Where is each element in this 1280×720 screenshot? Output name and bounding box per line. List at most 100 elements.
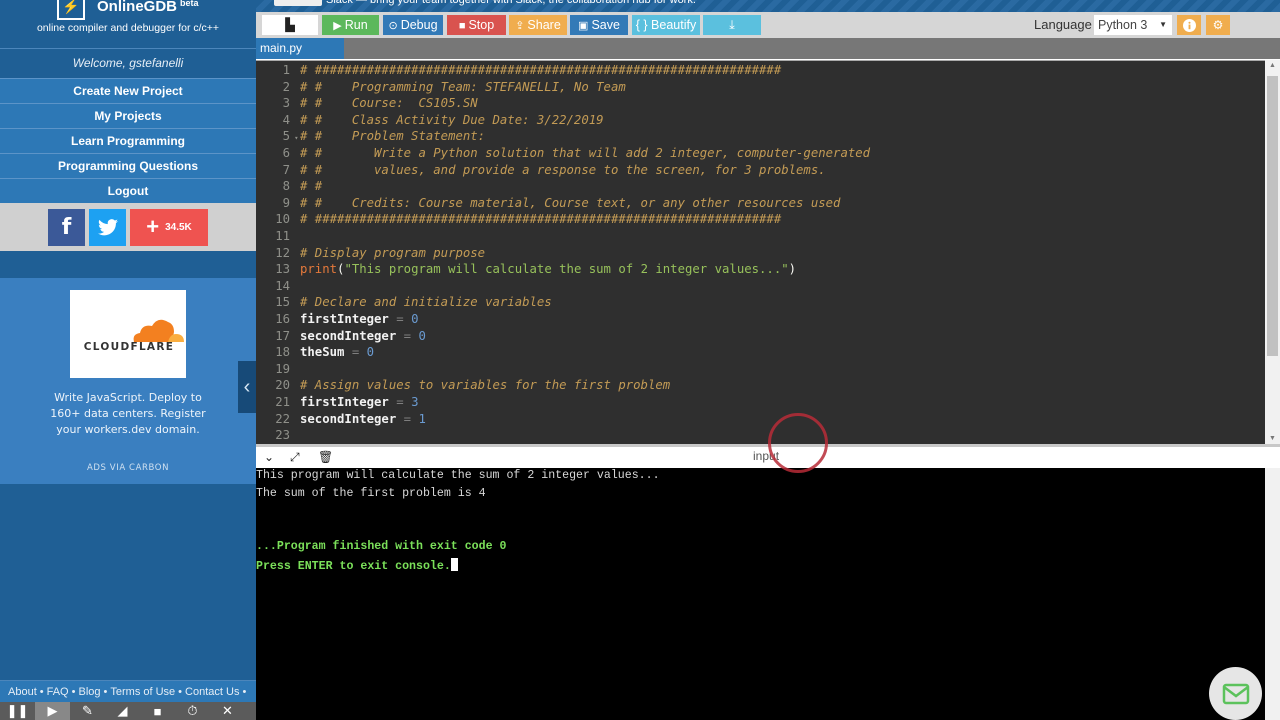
plus-icon: + <box>146 214 160 239</box>
scroll-down-icon[interactable]: ▼ <box>1265 435 1280 442</box>
brand[interactable]: ⚡ OnlineGDB beta online compiler and debu… <box>0 0 256 48</box>
code-line[interactable]: 17 secondInteger = 0 <box>256 328 1265 345</box>
code-line[interactable]: 4 # # Class Activity Due Date: 3/22/2019 <box>256 112 1265 129</box>
code-line[interactable]: 8 # # <box>256 178 1265 195</box>
save-button[interactable]: ▣ Save <box>570 15 628 35</box>
input-tab[interactable]: input <box>753 449 779 463</box>
settings-button[interactable]: ⚙ <box>1206 15 1230 35</box>
code-line[interactable]: 13 print("This program will calculate the… <box>256 261 1265 278</box>
code-line[interactable]: 23 <box>256 427 1265 444</box>
banner-text[interactable]: Slack — bring your team together with Sl… <box>326 0 696 6</box>
pause-icon[interactable]: ❚❚ <box>0 702 35 720</box>
code-line[interactable]: 21 firstInteger = 3 <box>256 394 1265 411</box>
sponsor-banner[interactable]: Slack — bring your team together with Sl… <box>256 0 1280 12</box>
footer-link-about[interactable]: About <box>8 686 37 698</box>
collapse-console-icon[interactable]: ⌄ <box>264 450 274 464</box>
code-line[interactable]: 19 <box>256 361 1265 378</box>
line-number: 21 <box>275 395 290 409</box>
highlighter-icon[interactable]: ◢ <box>105 702 140 720</box>
info-icon <box>1182 18 1196 32</box>
console-output[interactable]: This program will calculate the sum of 2… <box>256 468 1265 720</box>
footer-link-terms[interactable]: Terms of Use <box>110 686 175 698</box>
facebook-icon: f <box>61 214 72 240</box>
expand-console-icon[interactable]: ⤢ <box>290 450 300 465</box>
download-button[interactable]: ⤓ <box>703 15 761 35</box>
footer-link-blog[interactable]: Blog <box>78 686 100 698</box>
console-line: The sum of the first problem is 4 <box>256 487 486 500</box>
code-line[interactable]: 14 <box>256 278 1265 295</box>
close-icon[interactable]: ✕ <box>210 702 245 720</box>
tab-main-py[interactable]: main.py <box>256 38 344 59</box>
code-line[interactable]: 22 secondInteger = 1 <box>256 411 1265 428</box>
line-number: 2 <box>282 79 290 94</box>
info-button[interactable] <box>1177 15 1201 35</box>
carbon-ad[interactable]: CLOUDFLARE Write JavaScript. Deploy to 1… <box>0 278 256 484</box>
code-token: = <box>344 345 367 360</box>
code-line[interactable]: 6 # # Write a Python solution that will a… <box>256 145 1265 162</box>
language-select[interactable]: Python 3 ▼ <box>1094 15 1172 35</box>
sidebar-item-my-projects[interactable]: My Projects <box>0 103 256 128</box>
pen-icon[interactable]: ✎ <box>70 702 105 720</box>
sidebar-item-create-new-project[interactable]: Create New Project <box>0 78 256 103</box>
collapse-sidebar-button[interactable]: ‹ <box>238 361 256 413</box>
code-token: theSum <box>300 345 345 360</box>
cloudflare-wordmark: CLOUDFLARE <box>83 341 175 353</box>
code-line[interactable]: 1 # #####################################… <box>256 62 1265 79</box>
code-token: # Display program purpose <box>300 245 486 260</box>
run-label: Run <box>344 18 368 32</box>
chevron-left-icon: ‹ <box>243 375 251 398</box>
sidebar-item-programming-questions[interactable]: Programming Questions <box>0 153 256 178</box>
download-icon: ⤓ <box>729 18 735 32</box>
code-line[interactable]: 7 # # values, and provide a response to t… <box>256 162 1265 179</box>
sidebar-item-logout[interactable]: Logout <box>0 178 256 203</box>
new-file-button[interactable]: ▙ <box>262 15 318 35</box>
share-button[interactable]: ⇪ Share <box>509 15 567 35</box>
console-line: Press ENTER to exit console. <box>256 558 458 573</box>
code-line[interactable]: 12 # Display program purpose <box>256 245 1265 262</box>
console-line-text: Press ENTER to exit console. <box>256 560 451 573</box>
sidebar-item-learn-programming[interactable]: Learn Programming <box>0 128 256 153</box>
code-line[interactable]: 5 ▾ # # Problem Statement: <box>256 128 1265 145</box>
feedback-mail-button[interactable] <box>1209 667 1262 720</box>
code-token: # # Credits: Course material, Course tex… <box>300 195 841 210</box>
twitter-share-button[interactable] <box>89 208 126 246</box>
footer-link-faq[interactable]: FAQ <box>47 686 69 698</box>
run-button[interactable]: ▶ Run <box>322 15 379 35</box>
code-token: 0 <box>411 312 419 326</box>
timer-icon[interactable]: ⏱ <box>175 702 210 720</box>
save-icon: ▣ <box>578 20 589 32</box>
play-icon[interactable]: ▶ <box>35 702 70 720</box>
stop-button[interactable]: ■ Stop <box>447 15 506 35</box>
clear-console-icon[interactable]: 🗑 <box>318 450 333 464</box>
addthis-share-button[interactable]: +34.5K <box>130 208 208 246</box>
editor-scrollbar[interactable]: ▲ ▼ <box>1265 60 1280 444</box>
debug-button[interactable]: ⊙ Debug <box>383 15 443 35</box>
code-token: = <box>396 411 419 426</box>
code-line[interactable]: 11 <box>256 228 1265 245</box>
code-token: # # <box>300 179 323 194</box>
code-token: 1 <box>418 411 426 426</box>
sponsor-badge <box>274 0 322 6</box>
code-token: print <box>300 262 338 277</box>
code-editor[interactable]: 1 # #####################################… <box>256 60 1265 444</box>
scroll-up-icon[interactable]: ▲ <box>1265 62 1280 69</box>
console-scrollbar[interactable] <box>1265 468 1280 720</box>
share-icon: ⇪ <box>515 20 525 32</box>
code-line[interactable]: 18 theSum = 0 <box>256 344 1265 361</box>
code-line[interactable]: 10 # ####################################… <box>256 211 1265 228</box>
ad-text[interactable]: Write JavaScript. Deploy to 160+ data ce… <box>40 390 216 438</box>
camera-icon[interactable]: ■ <box>140 702 175 720</box>
facebook-share-button[interactable]: f <box>48 208 85 246</box>
footer-link-contact[interactable]: Contact Us <box>185 686 239 698</box>
code-line[interactable]: 15 # Declare and initialize variables <box>256 294 1265 311</box>
save-label: Save <box>591 18 620 32</box>
code-line[interactable]: 20 # Assign values to variables for the f… <box>256 377 1265 394</box>
code-line[interactable]: 16 firstInteger = 0 <box>256 311 1265 328</box>
code-line[interactable]: 3 # # Course: CS105.SN <box>256 95 1265 112</box>
ads-via-carbon-link[interactable]: ADS VIA CARBON <box>0 463 256 473</box>
cloudflare-ad-image[interactable]: CLOUDFLARE <box>70 290 186 378</box>
code-line[interactable]: 2 # # Programming Team: STEFANELLI, No Te… <box>256 79 1265 96</box>
code-line[interactable]: 9 # # Credits: Course material, Course te… <box>256 195 1265 212</box>
beautify-button[interactable]: { } Beautify <box>632 15 700 35</box>
editor-scrollbar-thumb[interactable] <box>1267 76 1278 356</box>
